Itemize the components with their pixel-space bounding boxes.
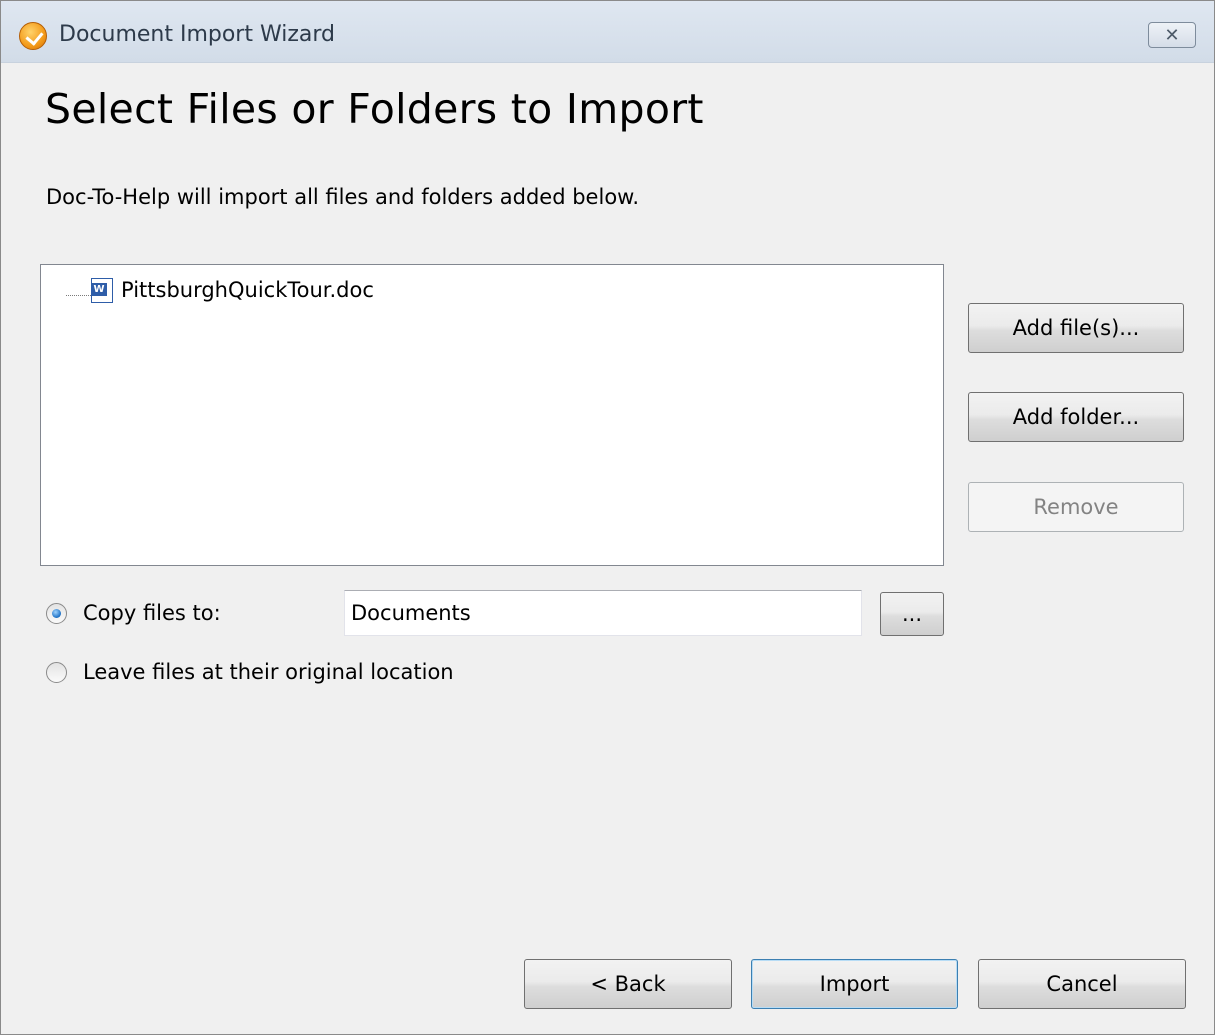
import-wizard-window: Document Import Wizard ✕ Select Files or… xyxy=(0,0,1215,1035)
tree-connector xyxy=(66,294,91,296)
page-title: Select Files or Folders to Import xyxy=(45,85,704,133)
close-button[interactable]: ✕ xyxy=(1148,22,1196,48)
close-icon: ✕ xyxy=(1164,24,1180,46)
file-tree-item[interactable]: W PittsburghQuickTour.doc xyxy=(66,277,374,303)
page-description: Doc-To-Help will import all files and fo… xyxy=(46,185,640,209)
file-tree-item-label: PittsburghQuickTour.doc xyxy=(121,278,374,302)
window-title: Document Import Wizard xyxy=(59,22,336,47)
file-tree-list[interactable]: W PittsburghQuickTour.doc xyxy=(40,264,944,566)
title-bar: Document Import Wizard ✕ xyxy=(1,1,1214,63)
leave-files-radio[interactable] xyxy=(46,661,67,683)
copy-files-label: Copy files to: xyxy=(83,601,221,625)
remove-button[interactable]: Remove xyxy=(968,482,1184,532)
add-files-button[interactable]: Add file(s)... xyxy=(968,303,1184,353)
add-folder-button[interactable]: Add folder... xyxy=(968,392,1184,442)
copy-destination-input[interactable]: Documents xyxy=(344,590,862,636)
leave-files-label: Leave files at their original location xyxy=(83,660,454,684)
cancel-button[interactable]: Cancel xyxy=(978,959,1186,1009)
back-button[interactable]: < Back xyxy=(524,959,732,1009)
browse-button[interactable]: ... xyxy=(880,592,944,636)
leave-files-option[interactable]: Leave files at their original location xyxy=(46,660,454,684)
copy-files-radio[interactable] xyxy=(46,602,67,624)
app-logo-icon xyxy=(19,22,47,50)
copy-files-option[interactable]: Copy files to: xyxy=(46,601,221,625)
import-button[interactable]: Import xyxy=(751,959,958,1009)
word-document-icon: W xyxy=(91,277,113,303)
